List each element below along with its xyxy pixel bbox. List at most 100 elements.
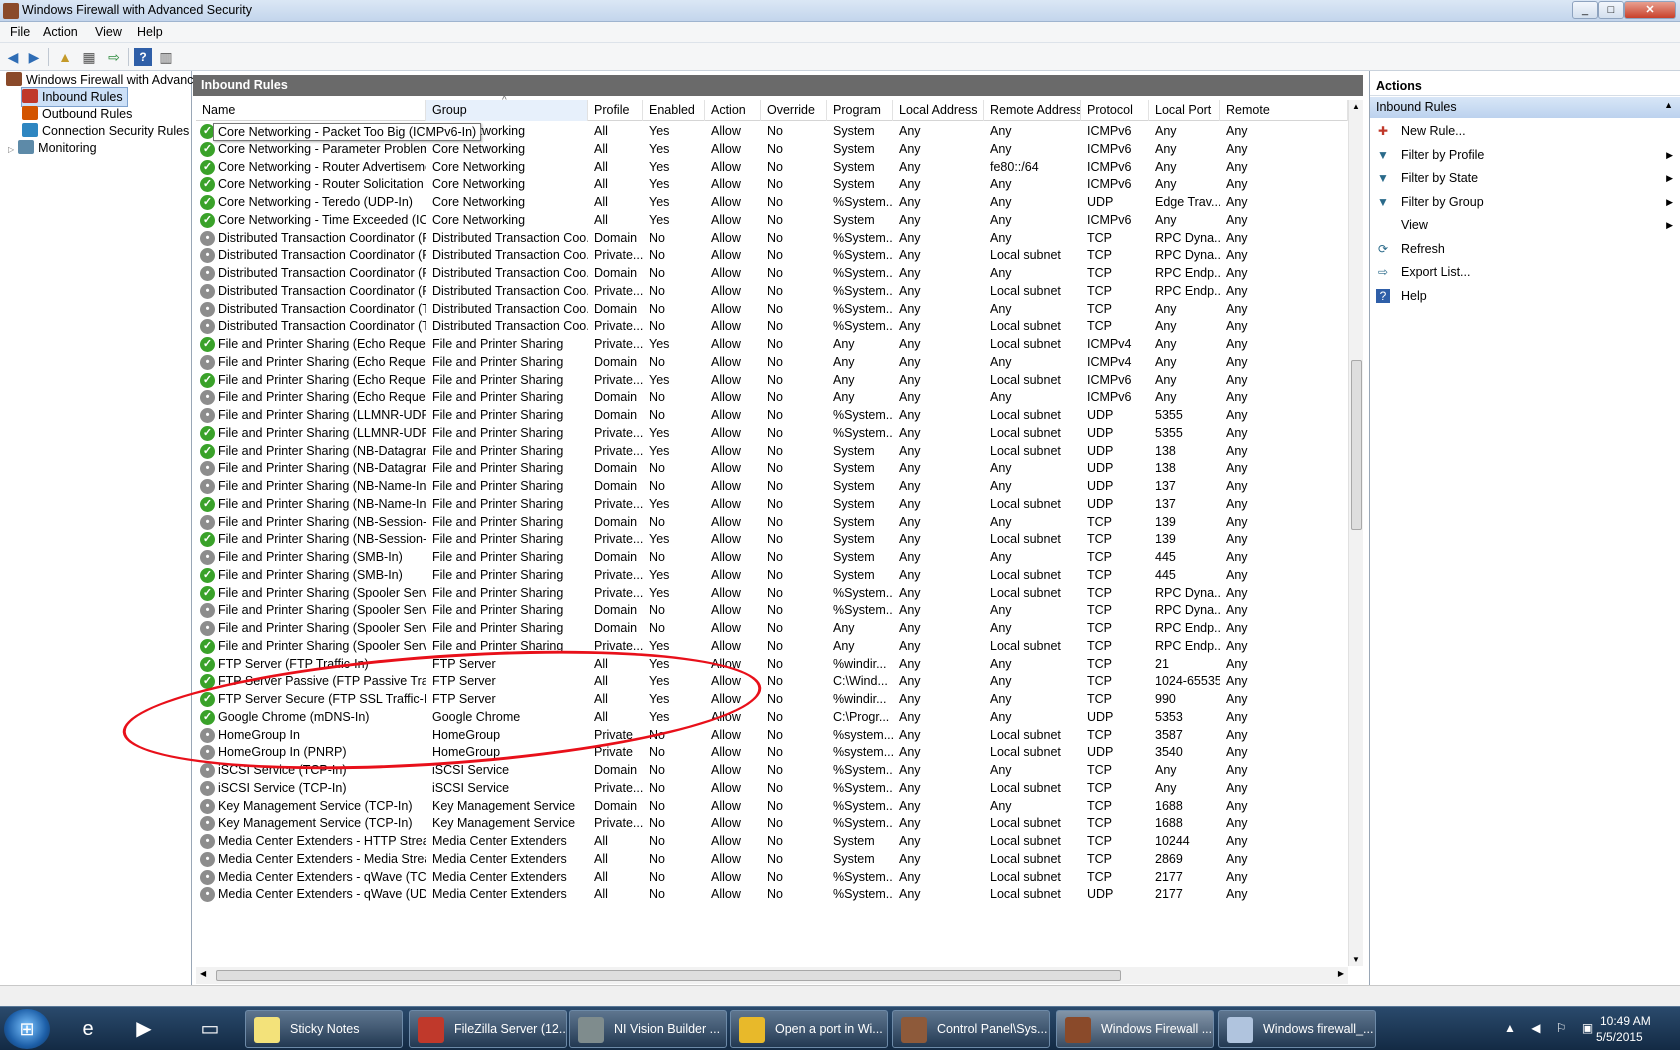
table-row[interactable]: ✓File and Printer Sharing (Spooler Servi… — [196, 584, 1348, 603]
show-hide-tree-icon[interactable]: ▦ — [80, 48, 98, 66]
table-row[interactable]: ✓File and Printer Sharing (Echo Request … — [196, 335, 1348, 354]
table-row[interactable]: •Distributed Transaction Coordinator (RP… — [196, 229, 1348, 248]
table-row[interactable]: •Distributed Transaction Coordinator (TC… — [196, 300, 1348, 319]
tree-item-inbound-rules[interactable]: Inbound Rules — [21, 87, 128, 107]
column-header-enabled[interactable]: Enabled — [643, 100, 705, 121]
back-icon[interactable]: ◀ — [4, 48, 22, 66]
column-header-remote-port[interactable]: Remote — [1220, 100, 1348, 121]
table-row[interactable]: •Distributed Transaction Coordinator (RP… — [196, 282, 1348, 301]
file-explorer-icon[interactable]: ▭ — [184, 1011, 236, 1047]
media-player-icon[interactable]: ▶ — [118, 1011, 170, 1047]
taskbar-button-vision-builder[interactable]: NI Vision Builder ... — [569, 1010, 727, 1048]
column-header-program[interactable]: Program — [827, 100, 893, 121]
tray-icons[interactable]: ▲ ◀ ⚐ ▣ — [1504, 1021, 1599, 1035]
action-new-rule[interactable]: ✚ New Rule... — [1370, 120, 1680, 142]
table-row[interactable]: ✓Core Networking - Parameter Problem (I.… — [196, 140, 1348, 159]
taskbar-button-paint[interactable]: Windows firewall_... — [1218, 1010, 1376, 1048]
table-row[interactable]: ✓FTP Server Passive (FTP Passive Traffic… — [196, 672, 1348, 691]
scrollbar-thumb[interactable] — [1351, 360, 1362, 530]
up-folder-icon[interactable]: ▲ — [56, 48, 74, 66]
show-hide-action-pane-icon[interactable]: ▥ — [157, 48, 175, 66]
menu-help[interactable]: Help — [137, 25, 163, 39]
action-view[interactable]: View ▶ — [1370, 214, 1680, 236]
column-header-action[interactable]: Action — [705, 100, 761, 121]
table-row[interactable]: •Media Center Extenders - qWave (TCP-In)… — [196, 868, 1348, 887]
menu-action[interactable]: Action — [43, 25, 78, 39]
table-row[interactable]: ✓ File and Printer Sharing (SMB-In) File a… — [196, 566, 1348, 585]
vertical-scrollbar[interactable]: ▲ ▼ — [1348, 100, 1363, 966]
table-row[interactable]: • Key Management Service (TCP-In) Key Mana… — [196, 797, 1348, 816]
taskbar-button-firewall[interactable]: Windows Firewall ... — [1056, 1010, 1214, 1048]
table-row[interactable]: ✓Core Networking - Router Advertisement.… — [196, 158, 1348, 177]
table-row[interactable]: ✓ File and Printer Sharing (NB-Name-In) Fi… — [196, 495, 1348, 514]
maximize-button[interactable]: □ — [1598, 1, 1624, 19]
table-row[interactable]: •Media Center Extenders - HTTP Streamin.… — [196, 832, 1348, 851]
table-row[interactable]: • iSCSI Service (TCP-In) iSCSI Service Priv… — [196, 779, 1348, 798]
menu-view[interactable]: View — [95, 25, 122, 39]
table-row[interactable]: •Distributed Transaction Coordinator (TC… — [196, 317, 1348, 336]
close-button[interactable]: ✕ — [1624, 1, 1676, 19]
table-row[interactable]: •Distributed Transaction Coordinator (RP… — [196, 264, 1348, 283]
table-row[interactable]: •Distributed Transaction Coordinator (RP… — [196, 246, 1348, 265]
action-filter-by-group[interactable]: ▼ Filter by Group ▶ — [1370, 191, 1680, 213]
column-header-profile[interactable]: Profile — [588, 100, 643, 121]
table-row[interactable]: •Media Center Extenders - Media Streami.… — [196, 850, 1348, 869]
table-row[interactable]: • HomeGroup In (PNRP) HomeGroup Private No Al… — [196, 743, 1348, 762]
action-refresh[interactable]: ⟳ Refresh — [1370, 238, 1680, 260]
table-row[interactable]: •File and Printer Sharing (Echo Request … — [196, 388, 1348, 407]
action-help[interactable]: ? Help — [1370, 285, 1680, 307]
column-header-override[interactable]: Override — [761, 100, 827, 121]
table-row[interactable]: •Media Center Extenders - qWave (UDP-In)… — [196, 885, 1348, 904]
table-row[interactable]: ✓ File and Printer Sharing (NB-Session-In… — [196, 530, 1348, 549]
scroll-right-icon[interactable]: ▶ — [1338, 969, 1344, 978]
export-list-icon[interactable]: ⇨ — [105, 48, 123, 66]
table-row[interactable]: ✓File and Printer Sharing (Spooler Servi… — [196, 637, 1348, 656]
horizontal-scrollbar[interactable]: ◀ ▶ — [196, 967, 1348, 984]
action-filter-by-profile[interactable]: ▼ Filter by Profile ▶ — [1370, 144, 1680, 166]
action-filter-by-state[interactable]: ▼ Filter by State ▶ — [1370, 167, 1680, 189]
table-row[interactable]: ✓ Google Chrome (mDNS-In) Google Chrome All… — [196, 708, 1348, 727]
actions-section-header[interactable]: Inbound Rules ▲ — [1370, 97, 1680, 118]
column-header-protocol[interactable]: Protocol — [1081, 100, 1149, 121]
collapse-icon[interactable]: ▲ — [1664, 100, 1673, 110]
table-row[interactable]: ✓Core Networking - Time Exceeded (ICMP..… — [196, 211, 1348, 230]
start-button[interactable]: ⊞ — [4, 1009, 50, 1049]
taskbar-button-chrome[interactable]: Open a port in Wi... — [730, 1010, 888, 1048]
table-row[interactable]: ✓ Core Networking - Teredo (UDP-In) Core N… — [196, 193, 1348, 212]
table-row[interactable]: ✓File and Printer Sharing (NB-Datagram-I… — [196, 442, 1348, 461]
table-row[interactable]: • HomeGroup In HomeGroup Private No Allow No %s… — [196, 726, 1348, 745]
clock-time[interactable]: 10:49 AM — [1600, 1014, 1651, 1028]
scroll-up-icon[interactable]: ▲ — [1352, 102, 1360, 111]
table-row[interactable]: ✓ File and Printer Sharing (LLMNR-UDP-In)… — [196, 424, 1348, 443]
expand-icon[interactable]: ▷ — [8, 145, 14, 154]
taskbar-button-sticky-notes[interactable]: Sticky Notes — [245, 1010, 403, 1048]
table-row[interactable]: •File and Printer Sharing (Spooler Servi… — [196, 601, 1348, 620]
table-row[interactable]: • File and Printer Sharing (NB-Name-In) Fi… — [196, 477, 1348, 496]
column-header-name[interactable]: Name — [196, 100, 426, 121]
column-header-local-port[interactable]: Local Port — [1149, 100, 1220, 121]
table-row[interactable]: • File and Printer Sharing (LLMNR-UDP-In)… — [196, 406, 1348, 425]
table-row[interactable]: •File and Printer Sharing (Spooler Servi… — [196, 619, 1348, 638]
taskbar-button-control-panel[interactable]: Control Panel\Sys... — [892, 1010, 1050, 1048]
table-row[interactable]: • iSCSI Service (TCP-In) iSCSI Service Doma… — [196, 761, 1348, 780]
column-header-local-address[interactable]: Local Address — [893, 100, 984, 121]
scroll-down-icon[interactable]: ▼ — [1352, 955, 1360, 964]
tree-root[interactable]: Windows Firewall with Advance — [6, 71, 200, 89]
table-row[interactable]: •File and Printer Sharing (Echo Request … — [196, 353, 1348, 372]
internet-explorer-icon[interactable]: e — [62, 1011, 114, 1047]
help-icon[interactable]: ? — [134, 48, 152, 66]
menu-file[interactable]: File — [10, 25, 30, 39]
tree-item-connection-security-rules[interactable]: Connection Security Rules — [22, 122, 189, 140]
table-row[interactable]: • Key Management Service (TCP-In) Key Mana… — [196, 814, 1348, 833]
table-row[interactable]: •File and Printer Sharing (NB-Datagram-I… — [196, 459, 1348, 478]
table-row[interactable]: ✓ FTP Server (FTP Traffic-In) FTP Server Al… — [196, 655, 1348, 674]
column-header-group[interactable]: Group — [426, 100, 588, 121]
column-header-remote-address[interactable]: Remote Address — [984, 100, 1081, 121]
clock-date[interactable]: 5/5/2015 — [1596, 1030, 1643, 1044]
table-row[interactable]: ✓ FTP Server Secure (FTP SSL Traffic-In) F… — [196, 690, 1348, 709]
table-row[interactable]: • File and Printer Sharing (NB-Session-In… — [196, 513, 1348, 532]
taskbar-button-filezilla[interactable]: FileZilla Server (12... — [409, 1010, 567, 1048]
scroll-left-icon[interactable]: ◀ — [200, 969, 206, 978]
tree-item-outbound-rules[interactable]: Outbound Rules — [22, 105, 132, 123]
action-export-list[interactable]: ⇨ Export List... — [1370, 261, 1680, 283]
